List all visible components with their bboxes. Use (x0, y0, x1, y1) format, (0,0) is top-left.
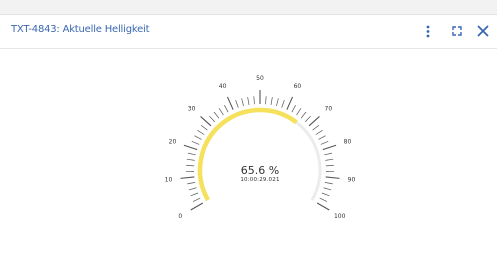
gauge-minor-tick (194, 135, 202, 140)
gauge-minor-tick (324, 182, 333, 185)
gauge-dial: 0 10 20 30 40 50 60 70 80 90 100 (165, 75, 356, 220)
widget-header: TXT-4843: Aktuelle Helligkeit (0, 15, 497, 49)
gauge-minor-tick (190, 192, 199, 197)
gauge-major-tick (200, 116, 212, 127)
gauge-minor-tick (315, 130, 323, 135)
gauge-tick-label: 80 (344, 139, 352, 146)
gauge-fill (197, 107, 298, 202)
gauge-minor-tick (186, 158, 195, 161)
gauge-major-tick (308, 116, 320, 127)
vertical-ellipsis-icon (426, 25, 430, 38)
gauge-minor-tick (325, 165, 334, 167)
gauge-major-tick (183, 144, 198, 151)
close-icon (477, 25, 489, 37)
gauge-minor-tick (320, 140, 329, 145)
gauge-minor-tick (200, 124, 208, 131)
gauge-minor-tick (312, 124, 320, 131)
gauge-tick-label: 100 (334, 213, 346, 220)
gauge-major-tick (316, 202, 330, 211)
more-options-button[interactable] (420, 23, 436, 39)
gauge-minor-tick (265, 96, 267, 105)
gauge-major-tick (322, 144, 337, 151)
gauge-minor-tick (247, 96, 250, 105)
gauge-minor-tick (291, 104, 296, 113)
gauge-minor-tick (213, 111, 220, 119)
gauge-minor-tick (186, 165, 195, 167)
gauge-minor-tick (296, 108, 302, 116)
gauge-value: 65.6 % (240, 164, 280, 177)
gauge-minor-tick (218, 108, 224, 116)
gauge-minor-tick (188, 187, 197, 191)
gauge-minor-tick (235, 100, 239, 108)
gauge-widget: TXT-4843: Aktuelle Helligkeit 0 10 20 30 40 5… (0, 14, 497, 268)
gauge-minor-tick (319, 197, 328, 202)
widget-title: TXT-4843: Aktuelle Helligkeit (11, 24, 150, 35)
brightness-gauge: 0 10 20 30 40 50 60 70 80 90 100 65.6 % 10:00:29.0… (150, 60, 370, 230)
gauge-tick-label: 50 (256, 75, 264, 82)
gauge-minor-tick (324, 152, 333, 156)
gauge-minor-tick (191, 140, 200, 145)
gauge-minor-tick (304, 115, 311, 123)
gauge-major-tick (286, 96, 294, 110)
gauge-minor-tick (325, 158, 334, 161)
gauge-tick-label: 90 (348, 177, 356, 184)
gauge-minor-tick (253, 96, 255, 105)
gauge-minor-tick (321, 192, 330, 197)
gauge-minor-tick (224, 104, 229, 113)
gauge-minor-tick (197, 130, 205, 135)
gauge-minor-tick (209, 115, 216, 123)
gauge-timestamp: 10:00:29.021 (240, 177, 280, 183)
gauge-major-tick (226, 96, 234, 110)
gauge-tick-label: 70 (325, 105, 333, 112)
gauge-minor-tick (187, 182, 196, 185)
gauge-minor-tick (323, 187, 332, 191)
gauge-minor-tick (276, 98, 279, 107)
gauge-tick-label: 60 (294, 83, 302, 90)
gauge-minor-tick (187, 152, 196, 156)
gauge-tick-label: 20 (169, 139, 177, 146)
gauge-minor-tick (318, 135, 326, 140)
gauge-minor-tick (270, 96, 273, 105)
expand-button[interactable] (449, 23, 465, 39)
gauge-tick-label: 10 (165, 177, 173, 184)
gauge-minor-tick (281, 100, 285, 108)
gauge-major-tick (190, 202, 204, 211)
gauge-tick-label: 30 (188, 105, 196, 112)
expand-icon (452, 26, 462, 36)
gauge-major-tick (325, 176, 340, 179)
gauge-minor-tick (241, 98, 244, 107)
gauge-tick-label: 0 (178, 213, 182, 220)
gauge-minor-tick (300, 111, 307, 119)
gauge-track (198, 108, 322, 201)
gauge-tick-label: 40 (219, 83, 227, 90)
gauge-minor-tick (192, 197, 201, 202)
close-button[interactable] (475, 23, 491, 39)
gauge-major-tick (180, 176, 195, 179)
